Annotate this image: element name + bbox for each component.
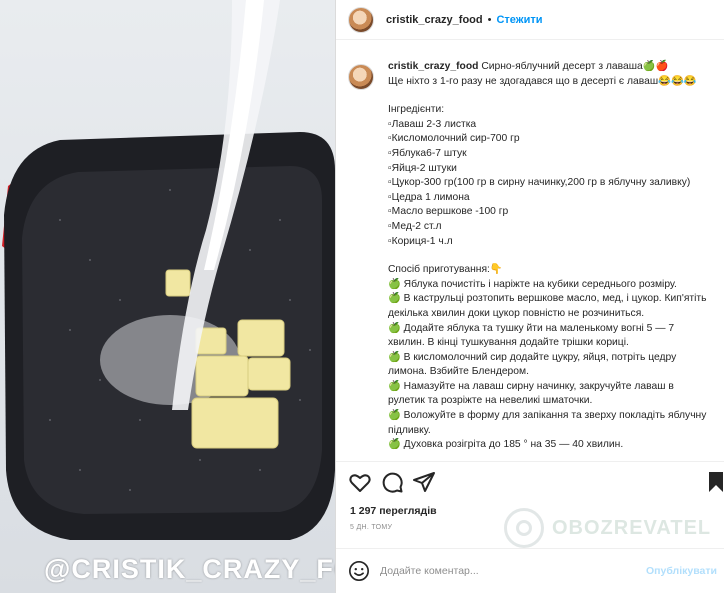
- caption-line: декілька хвилин доки цукор повністю не р…: [388, 307, 645, 319]
- post-panel: cristik_crazy_food • Стежити cristik_cra…: [335, 0, 724, 593]
- caption-line: ▫Лаваш 2-3 листка: [388, 118, 477, 130]
- caption-title-line: cristik_crazy_food Сирно-яблучний десерт…: [388, 60, 720, 75]
- caption-line: ▫Мед-2 ст.л: [388, 220, 442, 232]
- caption-line: Спосіб приготування:👇: [388, 264, 503, 276]
- caption-line: 🍏 В кисломолочний сир додайте цукру, яйц…: [388, 351, 677, 363]
- caption-line: 🍏 Яблука почистіть і наріжте на кубики с…: [388, 278, 677, 290]
- comment-icon[interactable]: [380, 470, 404, 494]
- pan-illustration: [2, 0, 335, 540]
- caption-line: 🍏 Додайте яблука та тушку йти на маленьк…: [388, 322, 675, 334]
- separator-dot: •: [487, 13, 492, 26]
- caption-line: ▫Кориця-1 ч.л: [388, 235, 453, 247]
- caption-line: 🍏 Духовка розігріта до 185 ° на 35 — 40 …: [388, 439, 624, 451]
- caption-line: 🍏 Намазуйте на лаваш сирну начинку, закр…: [388, 380, 674, 392]
- post-image[interactable]: @CRISTIK_CRAZY_FOOD: [0, 0, 335, 593]
- follow-button[interactable]: Стежити: [496, 14, 542, 26]
- caption-line: ▫Кисломолочний сир-700 гр: [388, 133, 520, 145]
- caption-body: cristik_crazy_food Сирно-яблучний десерт…: [388, 60, 720, 453]
- caption-line: 🍏 В каструльці розтопить вершкове масло,…: [388, 293, 707, 305]
- caption-gap: [388, 89, 720, 103]
- caption-line: ▫Цукор-300 гр(100 гр в сирну начинку,200…: [388, 177, 691, 189]
- post-caption: cristik_crazy_food Сирно-яблучний десерт…: [348, 60, 720, 453]
- publish-button[interactable]: Опублікувати: [646, 565, 717, 577]
- caption-avatar[interactable]: [348, 64, 374, 90]
- obozrevatel-logo-icon: [504, 508, 544, 548]
- comment-input[interactable]: [380, 565, 635, 577]
- caption-line: рулетик та розріжте на невеликі шматочки…: [388, 395, 593, 407]
- brand-text: OBOZREVATEL: [552, 516, 712, 539]
- caption-line: Інгредієнти:: [388, 104, 445, 116]
- post-date: 5 ДН. ТОМУ: [350, 524, 393, 531]
- brand-watermark: OBOZREVATEL: [504, 508, 711, 548]
- caption-line: ▫Цедра 1 лимона: [388, 191, 470, 203]
- avatar[interactable]: [348, 6, 374, 33]
- emoji-icon[interactable]: [348, 560, 370, 582]
- caption-line: ▫Яйця-2 штуки: [388, 162, 457, 174]
- caption-line: ▫Яблука6-7 штук: [388, 147, 467, 159]
- caption-line: хвилин. В кінці тушкування додайте трішк…: [388, 337, 629, 349]
- post-header: cristik_crazy_food • Стежити: [336, 0, 724, 40]
- caption-line: ▫Масло вершкове -100 гр: [388, 206, 509, 218]
- action-bar: [336, 461, 724, 501]
- bookmark-icon[interactable]: [704, 470, 724, 494]
- caption-line: 🍏 Воложуйте в форму для запікання та зве…: [388, 410, 707, 422]
- caption-username[interactable]: cristik_crazy_food: [388, 61, 478, 72]
- caption-line: Ще ніхто з 1-го разу не здогадався що в …: [388, 75, 697, 87]
- caption-gap: [388, 249, 720, 263]
- caption-line: підливку.: [388, 424, 431, 436]
- comment-bar: Опублікувати: [336, 548, 724, 593]
- caption-line: лимона. Взбийте Блендером.: [388, 366, 529, 378]
- heart-icon[interactable]: [348, 470, 372, 494]
- views-count[interactable]: 1 297 переглядів: [350, 505, 437, 517]
- image-watermark-text: @CRISTIK_CRAZY_FOOD: [44, 554, 335, 584]
- share-icon[interactable]: [412, 470, 436, 494]
- header-username[interactable]: cristik_crazy_food: [386, 14, 483, 26]
- caption-title: Сирно-яблучний десерт з лаваша🍏🍎: [481, 61, 669, 72]
